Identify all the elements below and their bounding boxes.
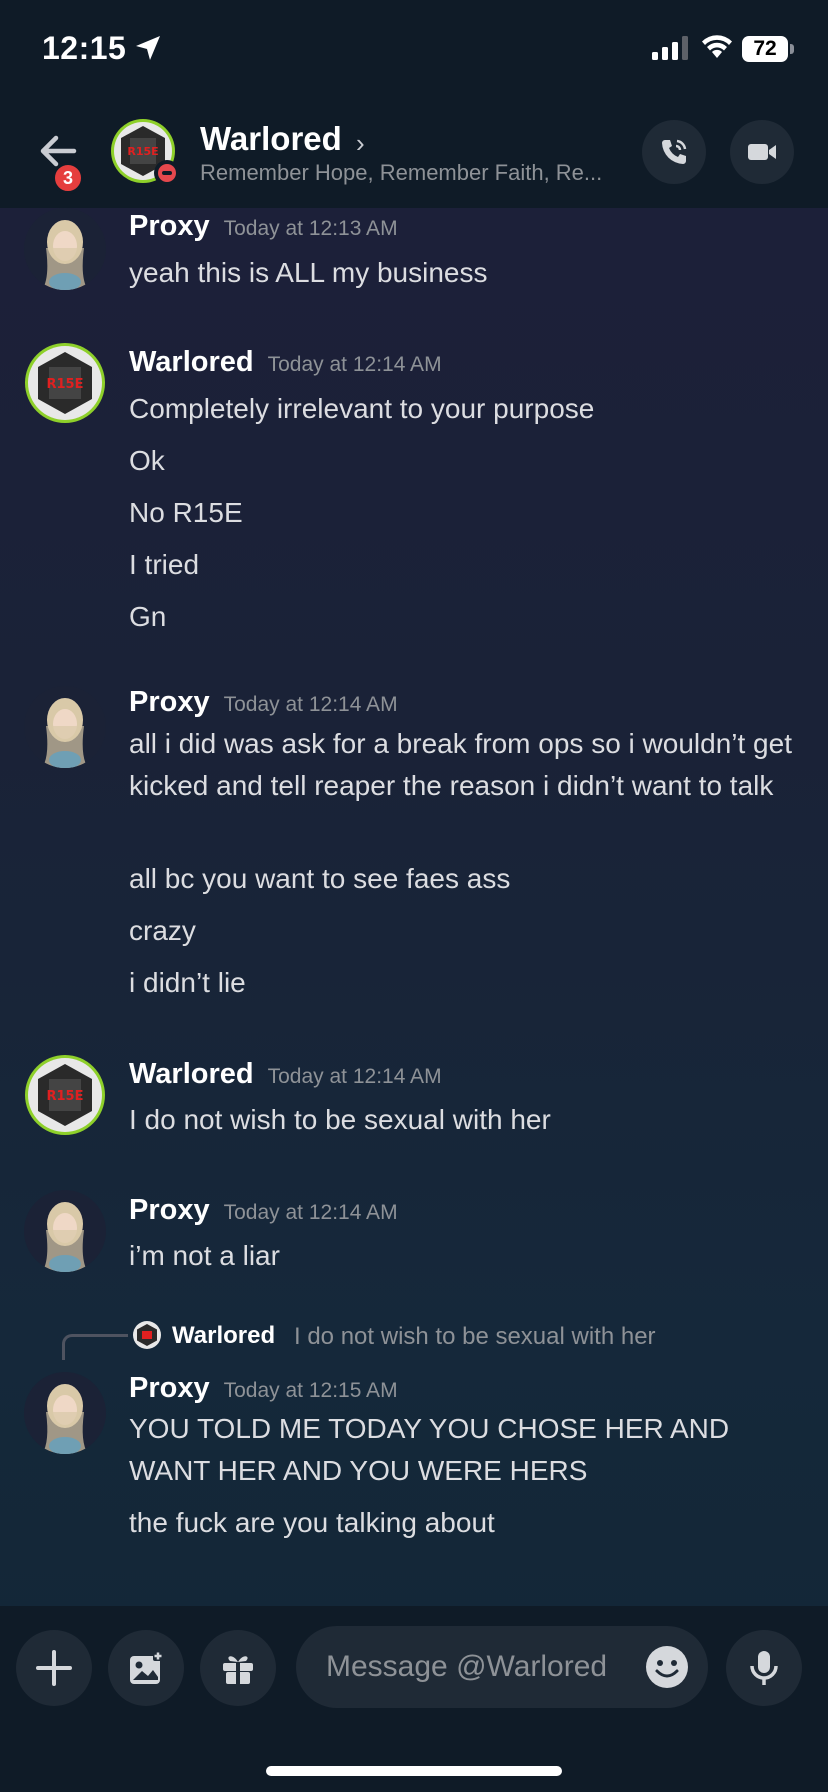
message-author[interactable]: Proxy Today at 12:13 AM [129, 210, 398, 243]
author-name[interactable]: Proxy [129, 686, 210, 718]
cellular-signal-icon [652, 36, 688, 60]
message-text: No R15E [129, 497, 243, 528]
voice-message-button[interactable] [726, 1630, 802, 1706]
message-author[interactable]: Proxy Today at 12:14 AM [129, 1194, 398, 1227]
message-text: I do not wish to be sexual with her [129, 1104, 551, 1135]
svg-text:R15E: R15E [47, 1089, 84, 1104]
message-text: yeah this is ALL my business [129, 257, 488, 288]
unread-badge: 3 [52, 162, 84, 194]
message-author[interactable]: Warlored Today at 12:14 AM [129, 346, 442, 379]
message-text: i didn’t lie [129, 967, 246, 998]
plus-icon [36, 1650, 72, 1686]
battery-indicator: 72 [742, 36, 788, 62]
image-picker-button[interactable] [108, 1630, 184, 1706]
message-author[interactable]: Proxy Today at 12:14 AM [129, 686, 398, 719]
proxy-avatar[interactable] [24, 1372, 106, 1454]
location-arrow-icon [136, 36, 160, 60]
message-text: i’m not a liar [129, 1240, 280, 1271]
attach-button[interactable] [16, 1630, 92, 1706]
message-text: crazy [129, 915, 196, 946]
message-timestamp: Today at 12:14 AM [223, 1201, 398, 1224]
reply-preview[interactable]: I do not wish to be sexual with her [294, 1323, 656, 1351]
status-time: 12:15 [42, 30, 127, 66]
message-timestamp: Today at 12:14 AM [267, 353, 442, 376]
image-icon [130, 1651, 163, 1684]
message-text: Gn [129, 601, 167, 632]
message-text: the fuck are you talking about [129, 1507, 495, 1538]
message-text: Ok [129, 445, 165, 476]
author-name[interactable]: Warlored [129, 346, 254, 378]
author-name[interactable]: Proxy [129, 210, 210, 242]
contact-name[interactable]: Warlored [200, 120, 342, 158]
microphone-icon [750, 1651, 778, 1685]
video-call-button[interactable] [730, 120, 794, 184]
status-bar: 12:15 72 [0, 0, 828, 100]
message-text: all bc you want to see faes ass [129, 863, 511, 894]
wifi-icon [702, 35, 732, 58]
proxy-avatar[interactable] [24, 208, 106, 290]
message-text: I tried [129, 549, 200, 580]
phone-icon [662, 139, 687, 164]
message-text: YOU TOLD ME TODAY YOU CHOSE HER AND WANT… [129, 1413, 730, 1486]
voice-call-button[interactable] [642, 120, 706, 184]
svg-text:R15E: R15E [47, 377, 84, 392]
contact-custom-status: Remember Hope, Remember Faith, Re... [200, 160, 603, 185]
message-text: Completely irrelevant to your purpose [129, 393, 595, 424]
author-name[interactable]: Proxy [129, 1372, 210, 1404]
reply-author[interactable]: Warlored [172, 1322, 275, 1350]
message-author[interactable]: Warlored Today at 12:14 AM [129, 1058, 442, 1091]
home-indicator[interactable] [266, 1766, 562, 1776]
chevron-right-icon[interactable]: › [356, 128, 365, 159]
gift-button[interactable] [200, 1630, 276, 1706]
reply-connector [62, 1334, 128, 1360]
warlored-avatar[interactable]: R15E [24, 342, 106, 424]
battery-cap [790, 44, 794, 54]
author-name[interactable]: Warlored [129, 1058, 254, 1090]
reply-warlored-avatar[interactable] [132, 1320, 162, 1350]
gift-icon [223, 1656, 253, 1684]
proxy-avatar[interactable] [24, 686, 106, 768]
message-author[interactable]: Proxy Today at 12:15 AM [129, 1372, 398, 1405]
video-camera-icon [748, 144, 776, 160]
do-not-disturb-status-icon [154, 160, 180, 186]
message-timestamp: Today at 12:15 AM [223, 1379, 398, 1402]
emoji-smile-icon[interactable] [644, 1644, 690, 1690]
message-timestamp: Today at 12:13 AM [223, 217, 398, 240]
svg-text:R15E: R15E [127, 145, 158, 158]
proxy-avatar[interactable] [24, 1190, 106, 1272]
author-name[interactable]: Proxy [129, 1194, 210, 1226]
message-text: all i did was ask for a break from ops s… [129, 728, 792, 801]
message-timestamp: Today at 12:14 AM [267, 1065, 442, 1088]
message-timestamp: Today at 12:14 AM [223, 693, 398, 716]
warlored-avatar[interactable]: R15E [24, 1054, 106, 1136]
